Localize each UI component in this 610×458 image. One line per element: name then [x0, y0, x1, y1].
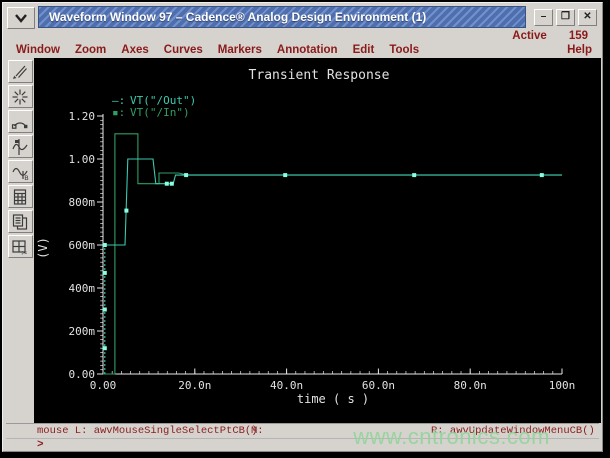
main-area: B ✂ 0.00 200m 400m 600m 800m 1.00 1.20 0.00 20.0n… — [6, 58, 601, 423]
x-tick-label: 20.0n — [178, 379, 211, 392]
x-tick-label: 0.00 — [90, 379, 117, 392]
menu-tools[interactable]: Tools — [389, 44, 419, 56]
menubar: Window Zoom Axes Curves Markers Annotation Edi… — [16, 42, 592, 57]
split-window-icon: ✂ — [12, 239, 28, 257]
y-tick-label: 1.20 — [69, 110, 96, 123]
minimize-button[interactable]: – — [534, 8, 553, 26]
chevron-down-icon — [15, 14, 27, 23]
x-tick-label: 40.0n — [270, 379, 303, 392]
legend-label[interactable]: VT("/In") — [130, 106, 190, 119]
status-bar: mouse L: awvMouseSingleSelectPtCB() M: R… — [6, 423, 599, 438]
trace-marker — [102, 270, 107, 275]
starburst-button[interactable] — [7, 85, 33, 108]
y-tick-label: 600m — [69, 239, 96, 252]
trace-in[interactable] — [103, 133, 562, 375]
x-tick-label: 100n — [549, 379, 576, 392]
trace-marker — [102, 346, 107, 351]
arc-tool-button[interactable] — [7, 110, 33, 133]
calculator-button[interactable] — [7, 185, 33, 208]
command-line[interactable]: > — [6, 438, 599, 452]
x-tick-label: 80.0n — [454, 379, 487, 392]
x-tick-label: 60.0n — [362, 379, 395, 392]
svg-text:✂: ✂ — [22, 248, 28, 257]
trace-marker — [283, 173, 288, 178]
legend-glyph: ▪: — [112, 106, 125, 119]
menu-annotation[interactable]: Annotation — [277, 44, 338, 56]
y-axis-label: (V) — [36, 237, 50, 259]
window-title: Waveform Window 97 – Cadence® Analog Des… — [49, 10, 427, 24]
trace-marker — [102, 307, 107, 312]
menu-zoom[interactable]: Zoom — [75, 44, 106, 56]
menu-markers[interactable]: Markers — [218, 44, 262, 56]
menu-help[interactable]: Help — [567, 44, 592, 56]
minimize-icon: – — [540, 11, 547, 22]
trace-marker — [184, 173, 189, 178]
trace-out[interactable] — [104, 158, 562, 246]
trace-marker — [102, 243, 107, 247]
menu-axes[interactable]: Axes — [121, 44, 149, 56]
toolbar: B ✂ — [6, 58, 34, 423]
y-tick-label: 1.00 — [69, 153, 96, 166]
trace-marker — [169, 181, 174, 186]
menu-window[interactable]: Window — [16, 44, 60, 56]
waveform-marker-a-icon — [12, 138, 28, 155]
trace-marker — [412, 173, 417, 178]
y-tick-label: 800m — [69, 196, 96, 209]
status-mouse-middle: M: — [251, 425, 264, 437]
trace-marker — [124, 208, 129, 213]
titlebar-row: Waveform Window 97 – Cadence® Analog Des… — [6, 6, 599, 29]
menu-curves[interactable]: Curves — [164, 44, 203, 56]
svg-text:B: B — [24, 174, 28, 182]
maximize-icon: ❐ — [561, 11, 570, 22]
waveform-marker-b-button[interactable]: B — [7, 160, 33, 183]
calculator-icon — [13, 188, 27, 205]
split-window-button[interactable]: ✂ — [7, 235, 33, 258]
copy-window-icon — [12, 213, 28, 230]
y-tick-label: 400m — [69, 282, 96, 295]
window-controls: – ❐ ✕ — [526, 6, 599, 28]
starburst-icon — [12, 89, 28, 104]
plot-title: Transient Response — [249, 68, 390, 83]
x-axis-label: time ( s ) — [297, 392, 369, 406]
titlebar[interactable]: Waveform Window 97 – Cadence® Analog Des… — [38, 6, 526, 28]
trace-marker — [164, 181, 169, 186]
waveform-marker-b-icon: B — [12, 167, 29, 182]
menu-edit[interactable]: Edit — [353, 44, 375, 56]
copy-window-button[interactable] — [7, 210, 33, 233]
waveform-window: Waveform Window 97 – Cadence® Analog Des… — [2, 2, 603, 452]
trace-marker — [539, 173, 544, 178]
window-menu-button[interactable] — [7, 7, 35, 29]
status-mouse-right: R: awvUpdateWindowMenuCB() — [431, 425, 595, 437]
y-tick-label: 200m — [69, 325, 96, 338]
probe-pen-button[interactable] — [7, 60, 33, 83]
waveform-marker-a-button[interactable] — [7, 135, 33, 158]
arc-tool-icon — [11, 121, 28, 129]
plot-canvas[interactable]: 0.00 200m 400m 600m 800m 1.00 1.20 0.00 20.0n 40.… — [34, 58, 601, 423]
command-prompt: > — [37, 439, 44, 451]
maximize-button[interactable]: ❐ — [556, 8, 575, 26]
close-icon: ✕ — [583, 11, 592, 22]
close-button[interactable]: ✕ — [578, 8, 597, 26]
status-mouse-left: mouse L: awvMouseSingleSelectPtCB() — [37, 425, 258, 437]
probe-pen-icon — [13, 65, 27, 79]
